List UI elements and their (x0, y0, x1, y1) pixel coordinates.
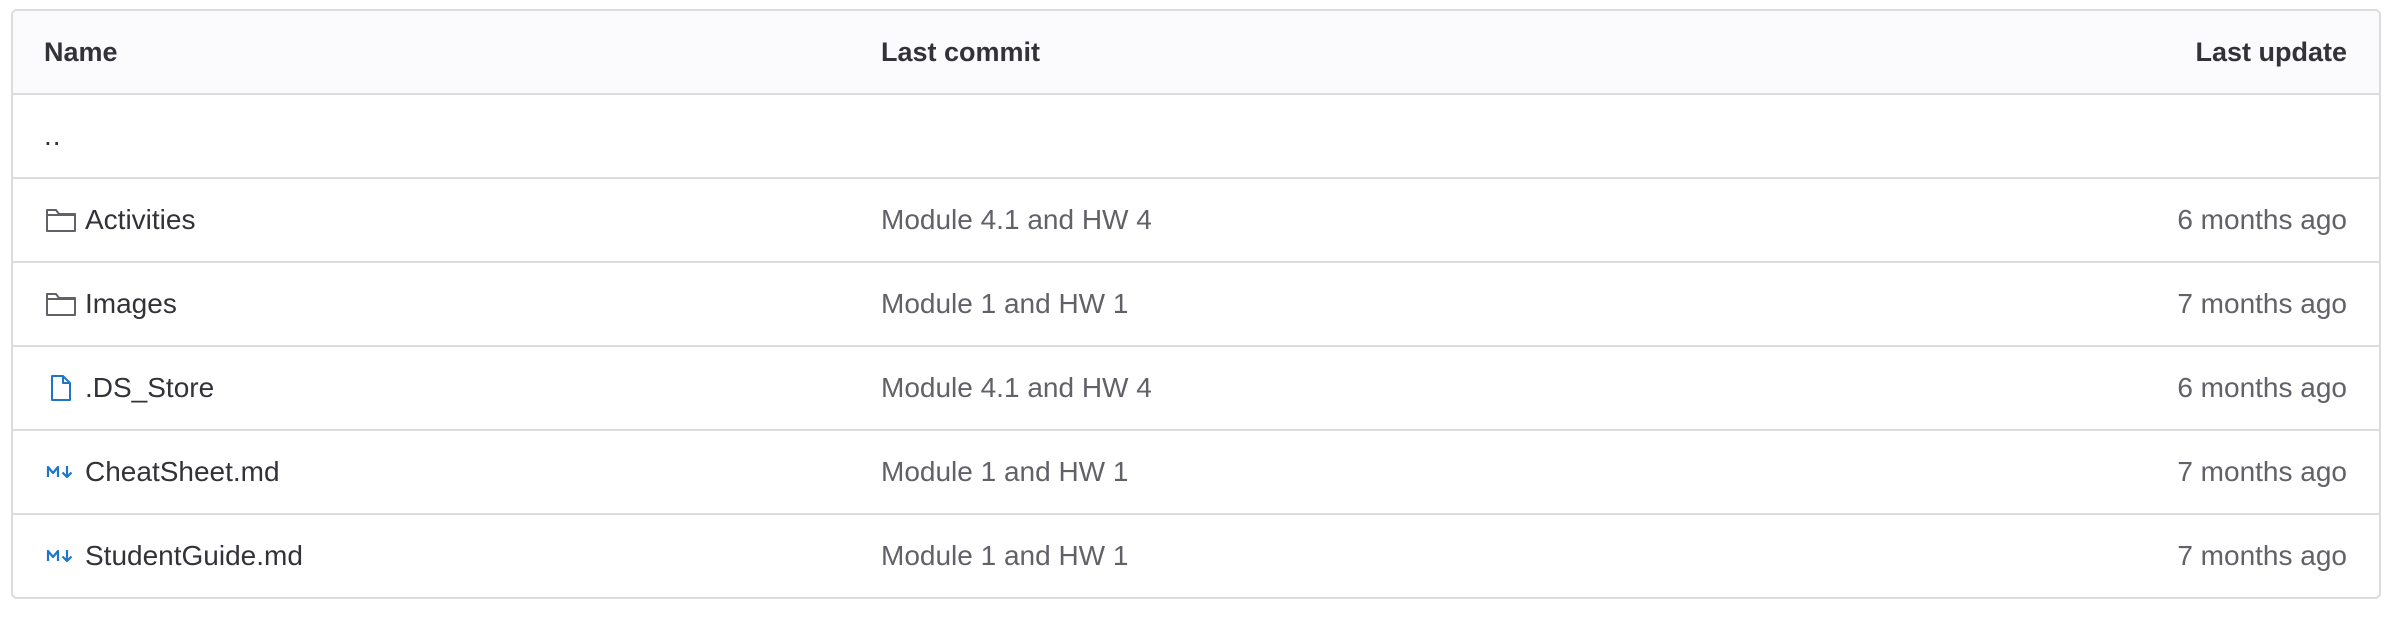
last-updated-time: 7 months ago (2177, 288, 2347, 319)
last-updated-time: 7 months ago (2177, 540, 2347, 571)
table-row[interactable]: Activities Module 4.1 and HW 4 6 months … (13, 179, 2379, 263)
folder-icon (44, 203, 78, 237)
folder-icon (44, 287, 78, 321)
commit-message-link[interactable]: Module 1 and HW 1 (881, 456, 1128, 488)
commit-message-link[interactable]: Module 1 and HW 1 (881, 540, 1128, 572)
file-name-link[interactable]: StudentGuide.md (85, 540, 303, 572)
commit-message-link[interactable]: Module 4.1 and HW 4 (881, 204, 1152, 236)
table-row[interactable]: Images Module 1 and HW 1 7 months ago (13, 263, 2379, 347)
file-tree-table: Name Last commit Last update .. Activiti… (11, 9, 2381, 599)
last-updated-time: 7 months ago (2177, 456, 2347, 487)
table-row[interactable]: CheatSheet.md Module 1 and HW 1 7 months… (13, 431, 2379, 515)
commit-message-link[interactable]: Module 1 and HW 1 (881, 288, 1128, 320)
markdown-icon (44, 455, 78, 489)
last-update-column-header: Last update (2195, 36, 2347, 67)
last-updated-time: 6 months ago (2177, 204, 2347, 235)
name-column-header: Name (44, 36, 118, 67)
table-header: Name Last commit Last update (13, 11, 2379, 95)
file-name-link[interactable]: Images (85, 288, 177, 320)
last-commit-column-header: Last commit (881, 36, 1041, 67)
table-row[interactable]: StudentGuide.md Module 1 and HW 1 7 mont… (13, 515, 2379, 597)
parent-directory-link[interactable]: .. (44, 120, 62, 152)
file-icon (44, 371, 78, 405)
parent-directory-row[interactable]: .. (13, 95, 2379, 179)
file-name-link[interactable]: CheatSheet.md (85, 456, 280, 488)
commit-message-link[interactable]: Module 4.1 and HW 4 (881, 372, 1152, 404)
file-name-link[interactable]: .DS_Store (85, 372, 214, 404)
file-name-link[interactable]: Activities (85, 204, 195, 236)
markdown-icon (44, 539, 78, 573)
table-row[interactable]: .DS_Store Module 4.1 and HW 4 6 months a… (13, 347, 2379, 431)
last-updated-time: 6 months ago (2177, 372, 2347, 403)
